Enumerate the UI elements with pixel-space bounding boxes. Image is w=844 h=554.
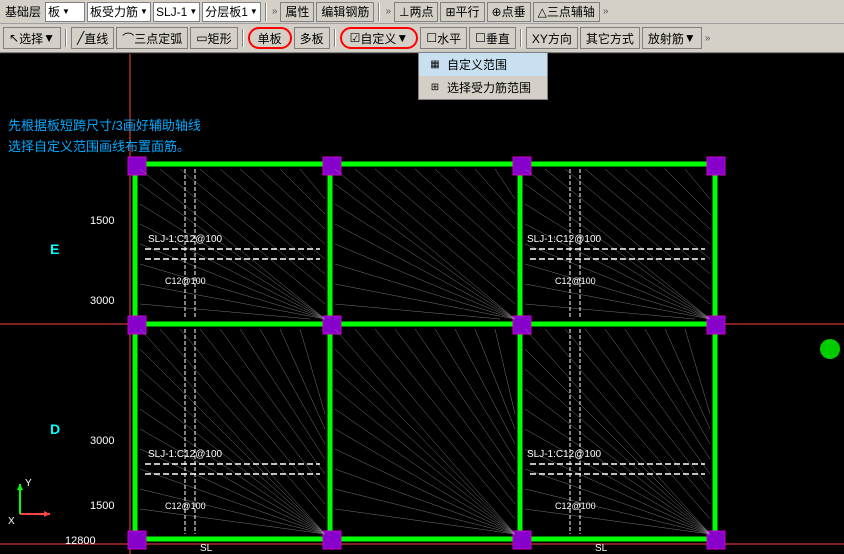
axis-label-e: E	[50, 241, 59, 257]
edit-rebar-button[interactable]: 编辑钢筋	[316, 2, 374, 22]
rebar-label-bl: SLJ-1:C12@100	[148, 449, 223, 460]
radial-rebar-button[interactable]: 放射筋 ▼	[642, 27, 702, 49]
separator2	[378, 3, 380, 21]
dim-1500-top: 1500	[90, 215, 114, 227]
multi-board-button[interactable]: 多板	[294, 27, 330, 49]
svg-text:Y: Y	[25, 478, 32, 489]
slj-dropdown[interactable]: SLJ-1 ▼	[153, 2, 200, 22]
two-point-button[interactable]: ⊥ 两点	[394, 2, 438, 22]
svg-text:X: X	[8, 516, 15, 527]
corner-tl2	[323, 157, 341, 175]
horizontal-button[interactable]: ☐ 水平	[420, 27, 467, 49]
dim-3000-top: 3000	[90, 295, 114, 307]
rebar-sub-bl: C12@100	[165, 501, 206, 511]
corner-ml1	[128, 316, 146, 334]
dim-3000-bot: 3000	[90, 435, 114, 447]
corner-ml3	[513, 316, 531, 334]
layer-board-dropdown[interactable]: 分层板1 ▼	[202, 2, 261, 22]
green-indicator	[820, 339, 840, 359]
rebar-label-tl: SLJ-1:C12@100	[148, 234, 223, 245]
select-rebar-icon: ⊞	[427, 80, 443, 96]
corner-bl2	[323, 531, 341, 549]
rebar-sub-tl: C12@100	[165, 276, 206, 286]
dropdown-arrow2: ▼	[140, 7, 148, 16]
three-arc-button[interactable]: ⌒ 三点定弧	[116, 27, 188, 49]
three-point-button[interactable]: △ 三点辅轴	[533, 2, 600, 22]
toolbar-container: 基础层 板 ▼ 板受力筋 ▼ SLJ-1 ▼ 分层板1 ▼ » 属性 编辑钢筋 …	[0, 0, 844, 53]
base-layer-dropdown[interactable]: 板 ▼	[45, 2, 85, 22]
other-method-button[interactable]: 其它方式	[580, 27, 640, 49]
double-arrow2: »	[385, 6, 391, 17]
rebar-label-tr: SLJ-1:C12@100	[527, 234, 602, 245]
select-rebar-range-item[interactable]: ⊞ 选择受力筋范围	[419, 76, 547, 99]
select-button[interactable]: ↖ 选择 ▼	[3, 27, 61, 49]
bottom-sl1: SL	[200, 543, 213, 554]
dim-12800: 12800	[65, 535, 96, 547]
rebar-type-dropdown[interactable]: 板受力筋 ▼	[87, 2, 151, 22]
rebar-sub-br: C12@100	[555, 501, 596, 511]
toolbar-row1: 基础层 板 ▼ 板受力筋 ▼ SLJ-1 ▼ 分层板1 ▼ » 属性 编辑钢筋 …	[0, 0, 844, 24]
double-arrow3: »	[603, 6, 609, 17]
instruction-text: 先根据板短跨尺寸/3画好辅助轴线 选择自定义范围画线布置面筋。	[8, 116, 201, 158]
dim-1500-bot: 1500	[90, 500, 114, 512]
corner-tr	[707, 157, 725, 175]
xy-direction-button[interactable]: XY方向	[526, 27, 578, 49]
corner-tl1	[128, 157, 146, 175]
bottom-sl2: SL	[595, 543, 608, 554]
corner-bl1	[128, 531, 146, 549]
custom-button[interactable]: ☑ 自定义 ▼	[340, 27, 419, 49]
custom-range-item[interactable]: ▦ 自定义范围	[419, 53, 547, 76]
double-arrow4: »	[705, 33, 711, 44]
canvas-area: 先根据板短跨尺寸/3画好辅助轴线 选择自定义范围画线布置面筋。	[0, 54, 844, 554]
rebar-sub-tr: C12@100	[555, 276, 596, 286]
custom-dropdown-menu: ▦ 自定义范围 ⊞ 选择受力筋范围	[418, 52, 548, 100]
parallel-button[interactable]: ⊞ 平行	[440, 2, 484, 22]
axis-label-d: D	[50, 421, 60, 437]
separator4	[242, 29, 244, 47]
separator1	[265, 3, 267, 21]
corner-bl3	[513, 531, 531, 549]
custom-range-icon: ▦	[427, 57, 443, 73]
base-layer-label: 基础层	[2, 2, 44, 22]
line-button[interactable]: ╱ 直线	[71, 27, 114, 49]
rect-button[interactable]: ▭ 矩形	[190, 27, 237, 49]
separator3	[65, 29, 67, 47]
dropdown-arrow3: ▼	[189, 7, 197, 16]
separator6	[520, 29, 522, 47]
single-board-button[interactable]: 单板	[248, 27, 292, 49]
dropdown-arrow4: ▼	[250, 7, 258, 16]
vertical-button[interactable]: ☐ 垂直	[469, 27, 516, 49]
corner-ml2	[323, 316, 341, 334]
separator5	[334, 29, 336, 47]
double-arrow1: »	[272, 6, 278, 17]
property-button[interactable]: 属性	[280, 2, 314, 22]
toolbar-row2: ↖ 选择 ▼ ╱ 直线 ⌒ 三点定弧 ▭ 矩形 单板 多板 ☑ 自定义 ▼	[0, 24, 844, 52]
dropdown-arrow: ▼	[62, 7, 70, 16]
rebar-label-br: SLJ-1:C12@100	[527, 449, 602, 460]
corner-tl3	[513, 157, 531, 175]
point-perp-button[interactable]: ⊕ 点垂	[487, 2, 531, 22]
